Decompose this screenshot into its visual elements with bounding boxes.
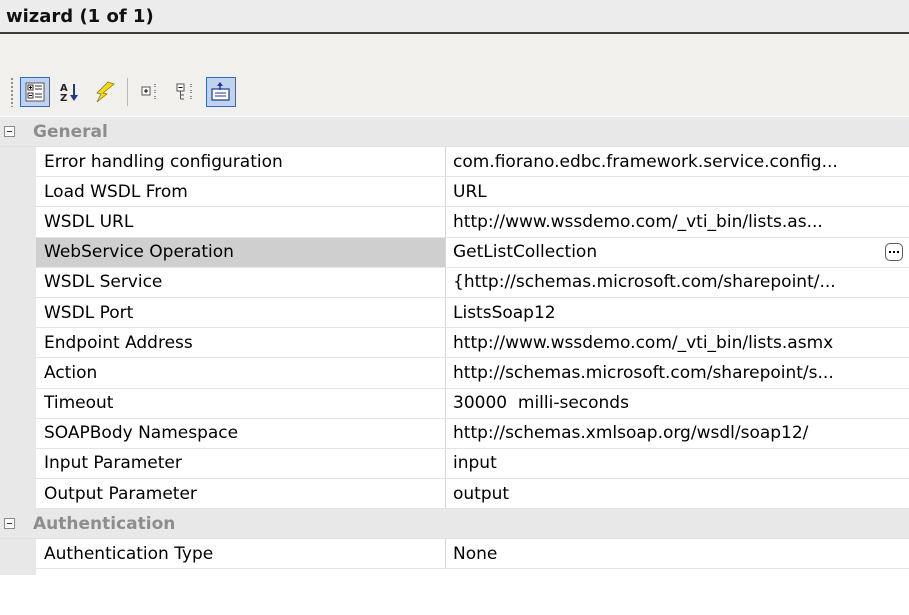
property-row-authentication-type[interactable]: Authentication Type None bbox=[0, 539, 909, 570]
property-name: WebService Operation bbox=[36, 237, 446, 268]
property-row-soapbody-namespace[interactable]: SOAPBody Namespace http://schemas.xmlsoa… bbox=[0, 418, 909, 449]
row-gutter bbox=[0, 177, 36, 208]
property-pages-icon bbox=[211, 82, 230, 101]
row-gutter bbox=[0, 479, 36, 510]
ellipsis-dot-icon bbox=[893, 250, 895, 253]
property-row-input-parameter[interactable]: Input Parameter input bbox=[0, 448, 909, 480]
property-row-error-handling[interactable]: Error handling configuration com.fiorano… bbox=[0, 147, 909, 178]
property-name: Input Parameter bbox=[36, 448, 446, 480]
row-gutter bbox=[0, 448, 36, 480]
row-gutter bbox=[0, 267, 36, 298]
collapse-all-button[interactable] bbox=[171, 77, 201, 107]
property-name: Endpoint Address bbox=[36, 328, 446, 359]
categorized-button[interactable] bbox=[20, 77, 50, 107]
property-value[interactable]: None bbox=[446, 539, 909, 570]
events-button[interactable] bbox=[90, 77, 120, 107]
ellipsis-dot-icon bbox=[889, 250, 891, 253]
property-value[interactable]: output bbox=[446, 479, 909, 510]
property-value[interactable]: input bbox=[446, 449, 909, 480]
property-grid-toolbar: A Z bbox=[10, 72, 280, 112]
category-label: Authentication bbox=[33, 513, 176, 534]
expand-all-button[interactable] bbox=[136, 77, 166, 107]
ellipsis-button[interactable] bbox=[885, 242, 903, 261]
property-value[interactable]: http://schemas.xmlsoap.org/wsdl/soap12/ bbox=[446, 419, 909, 449]
property-value[interactable]: http://schemas.microsoft.com/sharepoint/… bbox=[446, 358, 909, 389]
property-row-action[interactable]: Action http://schemas.microsoft.com/shar… bbox=[0, 358, 909, 389]
row-gutter bbox=[0, 237, 36, 268]
property-name: Load WSDL From bbox=[36, 177, 446, 208]
property-value[interactable]: 30000 milli-seconds bbox=[446, 389, 909, 419]
property-value[interactable]: http://www.wssdemo.com/_vti_bin/lists.as… bbox=[446, 328, 909, 359]
property-name: SOAPBody Namespace bbox=[36, 418, 446, 449]
row-gutter bbox=[0, 388, 36, 419]
property-row-endpoint-address[interactable]: Endpoint Address http://www.wssdemo.com/… bbox=[0, 328, 909, 359]
property-value[interactable]: GetListCollection bbox=[453, 242, 597, 262]
row-gutter bbox=[0, 147, 36, 178]
property-name: Output Parameter bbox=[36, 479, 446, 510]
category-general[interactable]: General bbox=[0, 117, 909, 147]
window-title: wizard (1 of 1) bbox=[6, 6, 154, 27]
row-gutter bbox=[0, 328, 36, 359]
row-gutter bbox=[0, 418, 36, 449]
row-gutter bbox=[0, 207, 36, 238]
category-label: General bbox=[33, 121, 108, 142]
svg-text:Z: Z bbox=[60, 93, 67, 103]
grid-bottom bbox=[0, 569, 909, 576]
property-value[interactable]: com.fiorano.edbc.framework.service.confi… bbox=[446, 147, 909, 178]
property-grid: General Error handling configuration com… bbox=[0, 117, 909, 576]
property-row-timeout[interactable]: Timeout 30000 milli-seconds bbox=[0, 388, 909, 419]
row-gutter bbox=[0, 569, 36, 576]
collapse-icon[interactable] bbox=[4, 518, 15, 530]
toolbar-grip[interactable] bbox=[10, 77, 14, 107]
property-row-output-parameter[interactable]: Output Parameter output bbox=[0, 479, 909, 510]
row-gutter bbox=[0, 297, 36, 329]
property-row-wsdl-port[interactable]: WSDL Port ListsSoap12 bbox=[0, 297, 909, 329]
property-name: Authentication Type bbox=[36, 539, 446, 570]
property-value[interactable]: http://www.wssdemo.com/_vti_bin/lists.as… bbox=[446, 207, 909, 238]
category-authentication[interactable]: Authentication bbox=[0, 509, 909, 540]
alphabetical-button[interactable]: A Z bbox=[55, 77, 85, 107]
property-value-editor[interactable]: GetListCollection bbox=[446, 238, 909, 268]
toolbar-separator bbox=[127, 78, 128, 106]
categorized-icon bbox=[25, 82, 45, 102]
toolbar-area: A Z bbox=[0, 34, 909, 116]
property-name: Timeout bbox=[36, 388, 446, 419]
ellipsis-dot-icon bbox=[897, 250, 899, 253]
row-gutter bbox=[0, 358, 36, 389]
window-title-bar: wizard (1 of 1) bbox=[0, 0, 909, 34]
property-value[interactable]: URL bbox=[446, 177, 909, 208]
property-value[interactable]: ListsSoap12 bbox=[446, 298, 909, 329]
property-row-load-wsdl-from[interactable]: Load WSDL From URL bbox=[0, 177, 909, 208]
property-name: Action bbox=[36, 358, 446, 389]
property-name: Error handling configuration bbox=[36, 147, 446, 178]
collapse-all-icon bbox=[176, 83, 192, 100]
property-value[interactable]: {http://schemas.microsoft.com/sharepoint… bbox=[446, 268, 909, 298]
property-name: WSDL Port bbox=[36, 297, 446, 329]
property-row-wsdl-service[interactable]: WSDL Service {http://schemas.microsoft.c… bbox=[0, 267, 909, 298]
property-name: WSDL URL bbox=[36, 207, 446, 238]
row-gutter bbox=[0, 539, 36, 570]
collapse-icon[interactable] bbox=[4, 126, 15, 137]
expand-all-icon bbox=[141, 84, 156, 99]
alphabetical-sort-icon: A Z bbox=[60, 83, 78, 103]
property-pages-button[interactable] bbox=[206, 77, 236, 107]
property-row-webservice-operation[interactable]: WebService Operation GetListCollection bbox=[0, 237, 909, 268]
property-name: WSDL Service bbox=[36, 267, 446, 298]
property-row-wsdl-url[interactable]: WSDL URL http://www.wssdemo.com/_vti_bin… bbox=[0, 207, 909, 238]
events-lightning-icon bbox=[96, 81, 115, 103]
